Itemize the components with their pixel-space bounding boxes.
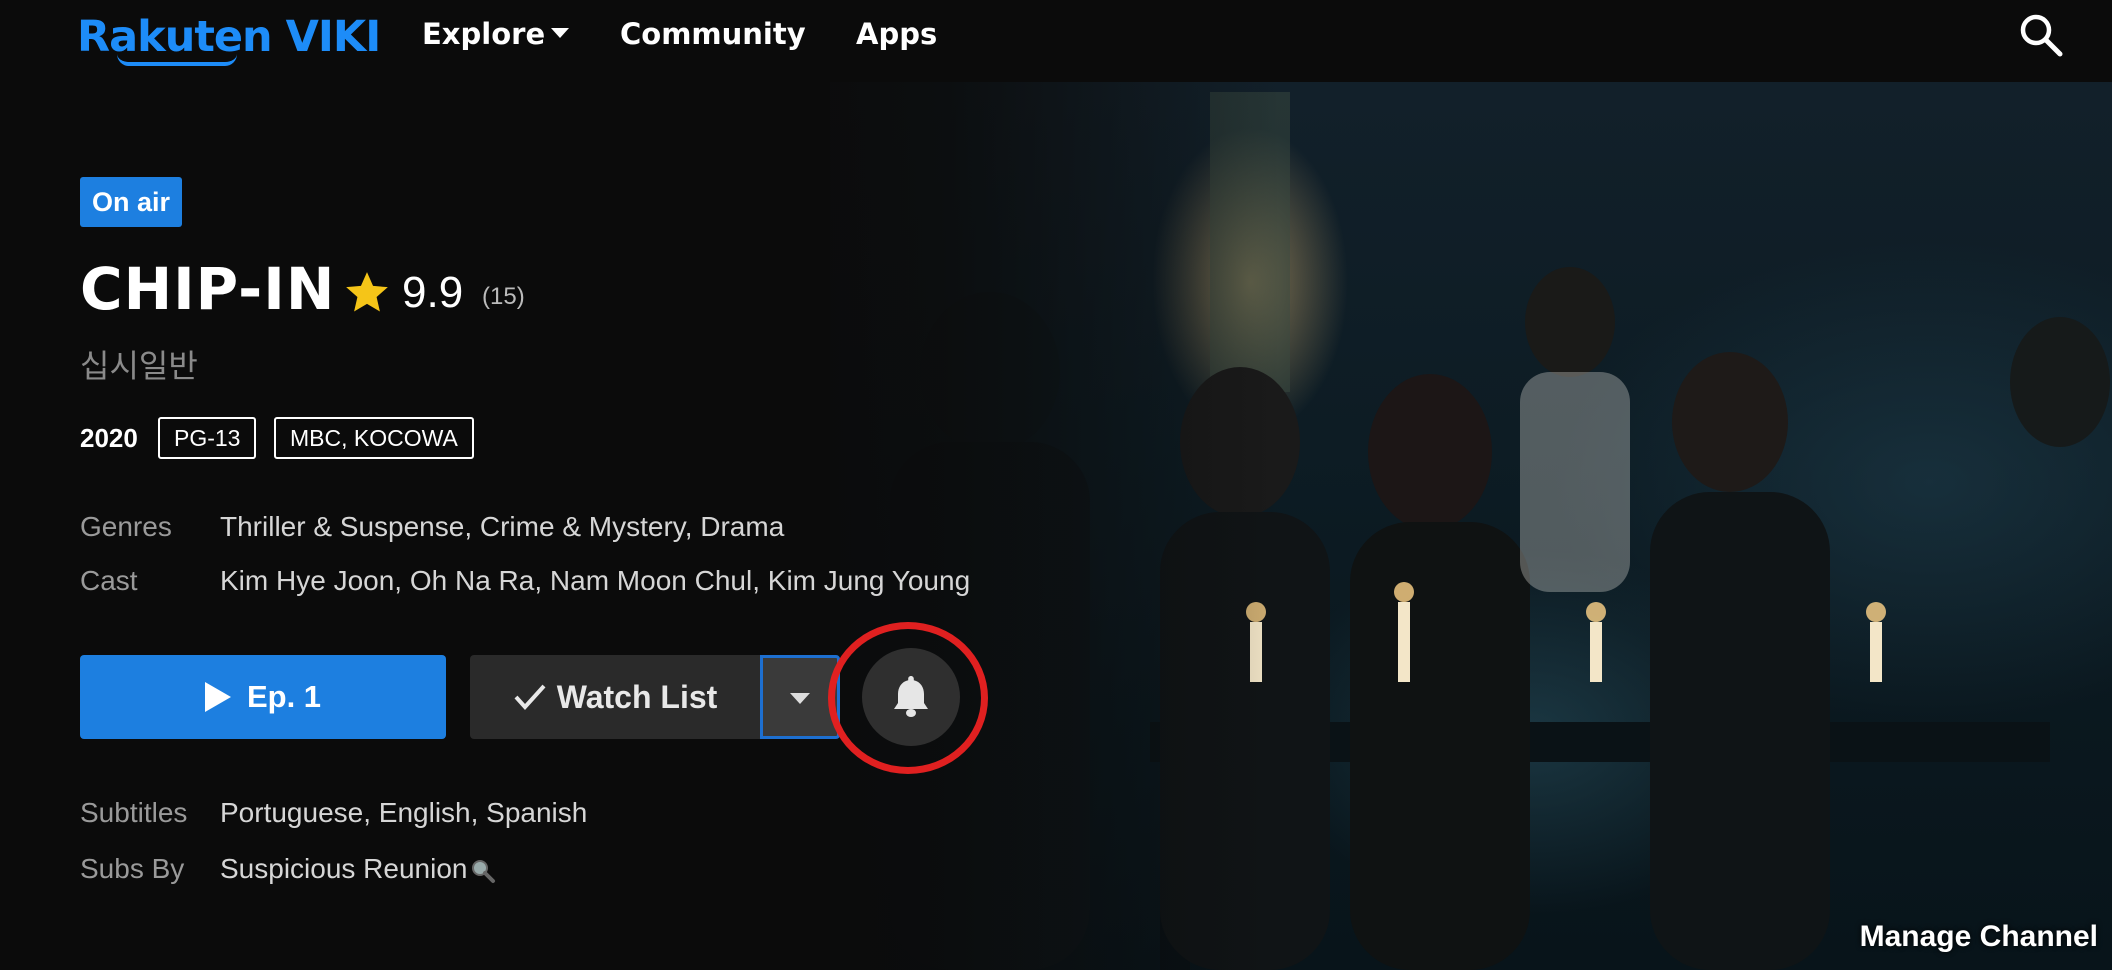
play-label: Ep. 1	[246, 679, 322, 714]
nav-apps[interactable]: Apps	[856, 14, 937, 54]
native-title: 십시일반	[80, 347, 198, 385]
watchlist-label: Watch List	[556, 678, 718, 715]
subs-by-value-wrap: Suspicious Reunion	[220, 849, 496, 889]
nav-community[interactable]: Community	[620, 14, 806, 54]
chevron-down-icon	[790, 693, 810, 704]
content-rating-tag: PG-13	[158, 417, 257, 459]
page-title: CHIP-IN	[80, 255, 336, 323]
subs-by-label: Subs By	[80, 853, 185, 884]
subtitles-value: Portuguese, English, Spanish	[220, 797, 588, 828]
watchlist-dropdown-button[interactable]	[760, 655, 840, 739]
hero-fade-overlay	[760, 82, 1280, 970]
subtitles-label: Subtitles	[80, 797, 188, 828]
top-navigation: Rakuten VIKI Explore Community Apps	[0, 0, 2112, 82]
play-episode-button[interactable]: Ep. 1	[80, 655, 446, 739]
release-year: 2020	[80, 423, 138, 453]
star-icon	[346, 272, 388, 312]
nav-explore-label: Explore	[422, 17, 546, 51]
genres-label: Genres	[80, 511, 172, 542]
chevron-down-icon	[551, 28, 570, 38]
network-tag: MBC, KOCOWA	[274, 417, 474, 459]
subs-by-value[interactable]: Suspicious Reunion	[220, 853, 468, 884]
cast-label: Cast	[80, 565, 138, 596]
cast-value: Kim Hye Joon, Oh Na Ra, Nam Moon Chul, K…	[220, 565, 971, 596]
magnifier-icon	[471, 859, 495, 883]
status-badge: On air	[80, 177, 183, 227]
check-icon	[514, 684, 546, 710]
logo-swoosh	[117, 54, 237, 66]
manage-channel-link[interactable]: Manage Channel	[1860, 920, 2098, 954]
watchlist-button[interactable]: Watch List	[470, 655, 760, 739]
genres-value: Thriller & Suspense, Crime & Mystery, Dr…	[220, 511, 785, 542]
play-icon	[204, 682, 231, 712]
nav-explore[interactable]: Explore	[422, 14, 570, 54]
rating-count: (15)	[482, 283, 525, 310]
rakuten-viki-logo[interactable]: Rakuten VIKI	[77, 8, 381, 66]
rating-score: 9.9	[402, 268, 464, 317]
search-icon[interactable]	[2018, 12, 2064, 58]
notify-button[interactable]	[862, 648, 960, 746]
bell-icon	[894, 676, 928, 717]
